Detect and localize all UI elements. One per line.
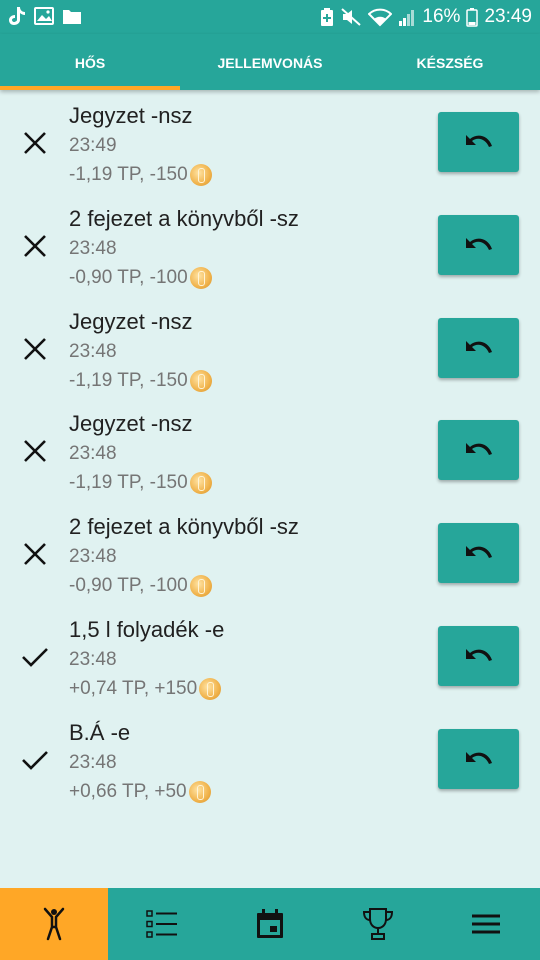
entry-delta-text: +0,66 TP, +50 (69, 780, 187, 802)
entry-title: 1,5 l folyadék -e (69, 616, 225, 642)
entry-delta: +0,74 TP, +150 (69, 677, 222, 700)
list-item: 2 fejezet a könyvből -sz 23:48 -0,90 TP,… (0, 193, 540, 296)
undo-icon (465, 443, 492, 456)
coin-icon (189, 266, 212, 289)
entry-time: 23:49 (69, 135, 117, 156)
entry-delta-text: -0,90 TP, -100 (69, 266, 188, 288)
check-icon (22, 750, 48, 770)
entry-delta: -1,19 TP, -150 (69, 369, 212, 392)
battery-saver-icon (321, 8, 334, 26)
nav-menu[interactable] (432, 888, 540, 960)
status-left-icons (8, 6, 82, 26)
folder-icon (63, 9, 81, 24)
entry-delta-text: -1,19 TP, -150 (69, 472, 188, 494)
entry-title: 2 fejezet a könyvből -sz (69, 205, 299, 231)
tab-bar: HŐS JELLEMVONÁS KÉSZSÉG (0, 34, 540, 90)
coin-icon (189, 369, 212, 392)
nav-achievements[interactable] (324, 888, 432, 960)
check-icon (22, 648, 48, 667)
list-item: Jegyzet -nsz 23:48 -1,19 TP, -150 (0, 398, 540, 501)
image-icon (34, 7, 54, 25)
nav-tasks[interactable] (108, 888, 216, 960)
tab-skills[interactable]: KÉSZSÉG (360, 34, 540, 90)
entry-time: 23:48 (69, 443, 117, 465)
history-list: Jegyzet -nsz 23:49 -1,19 TP, -150 2 feje… (0, 90, 540, 810)
entry-delta: +0,66 TP, +50 (69, 780, 211, 803)
wifi-icon (368, 8, 393, 27)
list-item: 1,5 l folyadék -e 23:48 +0,74 TP, +150 (0, 604, 540, 707)
entry-delta: -0,90 TP, -100 (69, 266, 212, 289)
coin-icon (189, 164, 212, 186)
entry-time: 23:48 (69, 751, 117, 773)
list-item: 2 fejezet a könyvből -sz 23:48 -0,90 TP,… (0, 501, 540, 604)
entry-delta-text: -0,90 TP, -100 (69, 575, 188, 597)
cross-icon (24, 132, 46, 154)
nav-hero[interactable] (0, 888, 108, 960)
coin-icon (188, 780, 211, 803)
calendar-icon (257, 909, 283, 938)
list-item: B.Á -e 23:48 +0,66 TP, +50 (0, 707, 540, 810)
active-tab-indicator (0, 86, 180, 90)
coin-icon (189, 575, 212, 598)
hero-figure-icon (43, 907, 65, 941)
list-item: Jegyzet -nsz 23:48 -1,19 TP, -150 (0, 296, 540, 399)
mute-icon (341, 8, 362, 26)
tab-traits[interactable]: JELLEMVONÁS (180, 34, 360, 90)
undo-icon (465, 237, 492, 250)
entry-title: Jegyzet -nsz (69, 308, 193, 334)
bottom-nav (0, 888, 540, 960)
battery-icon (466, 8, 479, 27)
undo-icon (465, 751, 492, 764)
status-bar: 16% 23:49 (0, 0, 540, 34)
status-right: 16% 23:49 (320, 5, 532, 29)
signal-icon (399, 10, 415, 26)
undo-button[interactable] (438, 523, 519, 584)
undo-button[interactable] (438, 625, 519, 686)
entry-title: 2 fejezet a könyvből -sz (69, 514, 299, 540)
entry-title: Jegyzet -nsz (69, 411, 193, 437)
entry-delta-text: +0,74 TP, +150 (69, 677, 198, 699)
tab-hero[interactable]: HŐS (0, 34, 180, 90)
coin-icon (199, 677, 222, 700)
entry-title: B.Á -e (69, 719, 131, 745)
entry-delta: -0,90 TP, -100 (69, 575, 212, 598)
tiktok-icon (9, 7, 25, 25)
entry-time: 23:48 (69, 237, 117, 259)
undo-button[interactable] (438, 112, 519, 172)
status-time: 23:49 (484, 6, 532, 27)
undo-icon (465, 546, 492, 559)
entry-title: Jegyzet -nsz (69, 103, 193, 128)
undo-button[interactable] (438, 728, 519, 789)
undo-button[interactable] (438, 317, 519, 378)
undo-button[interactable] (438, 420, 519, 481)
cross-icon (24, 440, 46, 463)
cross-icon (24, 337, 46, 360)
cross-icon (24, 234, 46, 257)
trophy-icon (362, 908, 394, 940)
menu-icon (472, 914, 500, 934)
entry-delta: -1,19 TP, -150 (69, 472, 212, 495)
checklist-icon (146, 910, 177, 938)
list-item: Jegyzet -nsz 23:49 -1,19 TP, -150 (0, 90, 540, 193)
cross-icon (24, 543, 46, 566)
undo-icon (465, 648, 492, 661)
entry-delta-text: -1,19 TP, -150 (69, 164, 188, 185)
entry-time: 23:48 (69, 648, 117, 670)
entry-delta-text: -1,19 TP, -150 (69, 369, 188, 391)
entry-time: 23:48 (69, 546, 117, 568)
undo-icon (465, 135, 492, 147)
coin-icon (189, 472, 212, 495)
nav-calendar[interactable] (216, 888, 324, 960)
undo-button[interactable] (438, 214, 519, 275)
entry-time: 23:48 (69, 340, 117, 362)
entry-delta: -1,19 TP, -150 (69, 164, 212, 186)
battery-percent: 16% (422, 6, 461, 27)
undo-icon (465, 340, 492, 353)
